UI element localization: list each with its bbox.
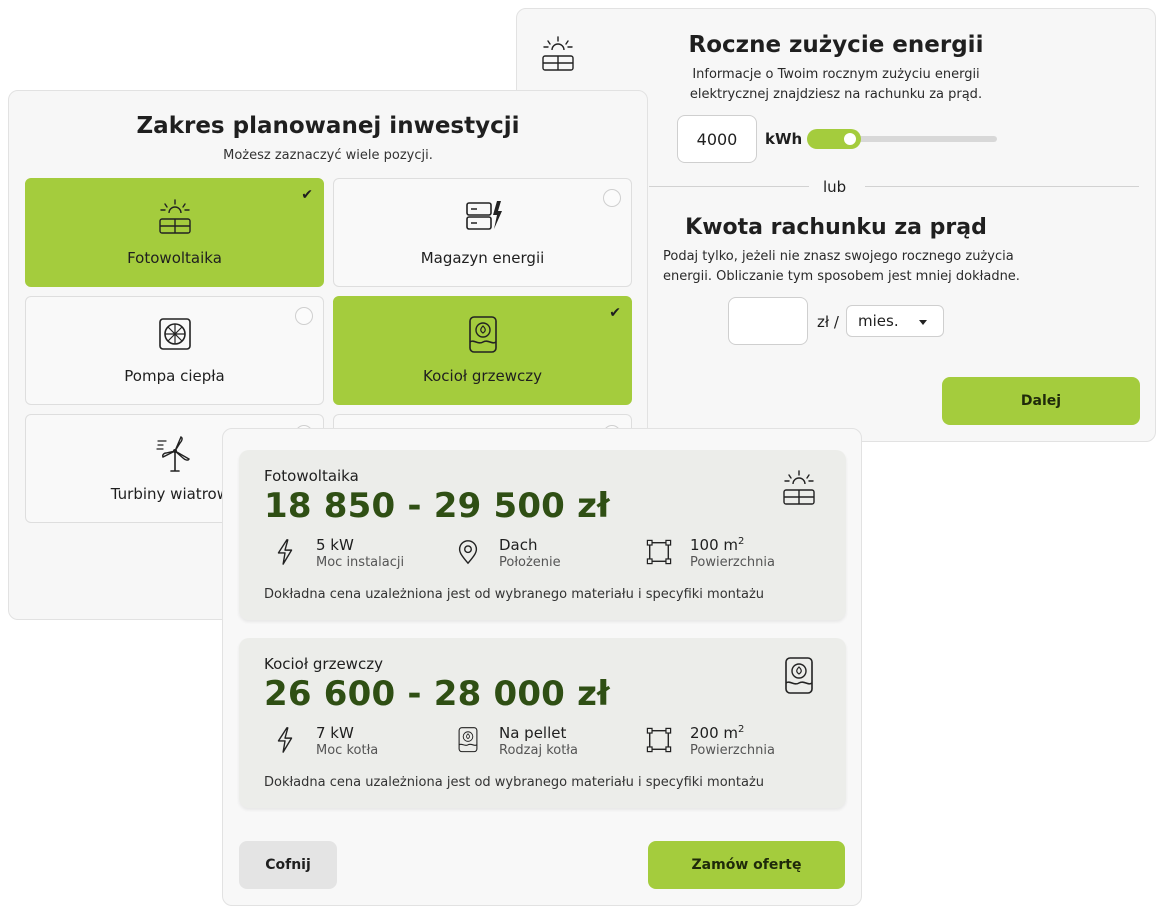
feature-value: 7 kW [316,724,354,742]
lightning-icon [277,727,293,753]
boiler-icon [458,727,478,753]
result-note: Dokładna cena uzależniona jest od wybran… [264,775,765,790]
option-label: Pompa ciepła [124,367,225,385]
area-unit-sup: 2 [738,724,745,735]
chevron-down-icon [919,320,927,325]
scope-title: Zakres planowanej inwestycji [136,113,520,139]
feature-label: Rodzaj kotła [499,743,578,758]
feature-label: Położenie [499,555,561,570]
kwh-unit-label: kWh [765,130,803,148]
area-square-icon [646,727,672,753]
feature-value: 200 m2 [690,724,744,742]
area-unit-sup: 2 [738,536,745,547]
solar-panel-icon [783,470,815,505]
option-kociol-grzewczy[interactable]: Kocioł grzewczy ✔ [333,296,632,405]
radio-circle[interactable] [603,189,621,207]
next-button[interactable]: Dalej [942,377,1140,425]
option-fotowoltaika[interactable]: Fotowoltaika ✔ [25,178,324,287]
feature-value: 100 m2 [690,536,744,554]
scope-subtitle: Możesz zaznaczyć wiele pozycji. [223,148,433,163]
option-label: Fotowoltaika [127,249,222,267]
wind-turbine-icon [155,436,190,472]
summary-panel: Fotowoltaika 18 850 - 29 500 zł 5 kW Moc… [222,428,862,906]
result-name: Kocioł grzewczy [264,655,383,673]
heat-pump-icon [158,318,191,350]
result-card-fotowoltaika: Fotowoltaika 18 850 - 29 500 zł 5 kW Moc… [239,450,846,620]
currency-separator: zł / [817,313,839,331]
result-price: 26 600 - 28 000 zł [264,674,610,714]
option-pompa-ciepla[interactable]: Pompa ciepła [25,296,324,405]
feature-label: Moc instalacji [316,555,405,570]
feature-value: Na pellet [499,724,567,742]
option-label: Magazyn energii [420,249,545,267]
feature-value: Dach [499,536,538,554]
feature-value: 5 kW [316,536,354,554]
result-price: 18 850 - 29 500 zł [264,486,610,526]
lightning-icon [277,539,293,565]
order-offer-button[interactable]: Zamów ofertę [648,841,845,889]
option-magazyn-energii[interactable]: Magazyn energii [333,178,632,287]
bill-description: Podaj tylko, jeżeli nie znasz swojego ro… [663,247,1020,287]
area-square-icon [646,539,672,565]
or-divider-right [865,186,1139,187]
location-pin-icon [458,540,478,564]
kwh-input[interactable]: 4000 [677,115,757,163]
option-label: Kocioł grzewczy [423,367,542,385]
or-label: lub [823,178,847,196]
bill-amount-input[interactable] [728,297,808,345]
back-button[interactable]: Cofnij [239,841,337,889]
period-select[interactable]: mies. [846,305,944,337]
result-card-kociol: Kocioł grzewczy 26 600 - 28 000 zł 7 kW … [239,638,846,808]
solar-panel-icon [158,199,191,234]
period-selected-value: mies. [858,312,899,330]
feature-label: Moc kotła [316,743,379,758]
feature-label: Powierzchnia [690,743,775,758]
result-note: Dokładna cena uzależniona jest od wybran… [264,587,765,602]
checkmark-icon: ✔ [301,187,313,203]
area-value: 100 m [690,536,739,554]
usage-desc-line1: Informacje o Twoim rocznym zużyciu energ… [692,67,980,82]
boiler-icon [785,657,813,694]
battery-storage-icon [465,200,502,230]
bill-desc-line2: energii. Obliczanie tym sposobem jest mn… [663,269,1020,284]
boiler-icon [468,316,497,353]
radio-circle[interactable] [295,307,313,325]
area-value: 200 m [690,724,739,742]
feature-label: Powierzchnia [690,555,775,570]
kwh-slider-knob[interactable] [842,131,858,147]
bill-desc-line1: Podaj tylko, jeżeli nie znasz swojego ro… [663,249,1014,264]
or-divider-left [649,186,809,187]
checkmark-icon: ✔ [609,305,621,321]
result-name: Fotowoltaika [264,467,359,485]
usage-title: Roczne zużycie energii [688,32,984,58]
